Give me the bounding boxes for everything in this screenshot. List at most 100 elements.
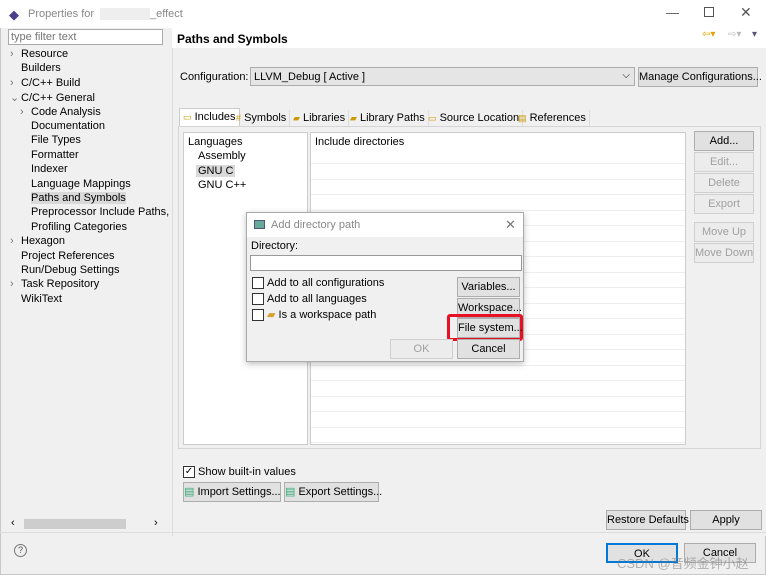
language-item[interactable]: GNU C xyxy=(196,164,236,177)
workspace-path-label: Is a workspace path xyxy=(278,309,377,321)
tab-libraries[interactable]: ▰ Libraries xyxy=(290,110,350,126)
expand-arrow-icon[interactable]: › xyxy=(10,235,21,247)
tab-label: Library Paths xyxy=(359,112,425,124)
export-settings-button[interactable]: ▤ Export Settings... xyxy=(284,482,382,502)
sidebar-item-label: Indexer xyxy=(31,163,68,176)
menu-icon[interactable]: ▾ xyxy=(752,29,757,40)
sidebar-item[interactable]: Preprocessor Include Paths, M xyxy=(31,206,181,218)
export-button[interactable]: Export xyxy=(694,194,754,214)
sidebar-item[interactable]: Paths and Symbols xyxy=(31,192,126,204)
window-title-suffix: _effect xyxy=(150,8,183,20)
import-icon: ▤ xyxy=(184,486,195,498)
sidebar-item[interactable]: Documentation xyxy=(31,120,105,132)
expand-arrow-icon[interactable]: ⌄ xyxy=(10,91,21,104)
help-icon[interactable]: ? xyxy=(14,544,27,557)
add-all-languages-checkbox[interactable]: Add to all languages xyxy=(252,293,367,306)
directory-input[interactable] xyxy=(250,255,522,271)
import-label: Import Settings... xyxy=(197,486,281,498)
tab-icon: # xyxy=(236,113,242,123)
window-title: Properties for xyxy=(28,8,95,20)
export-icon: ▤ xyxy=(285,486,296,498)
sidebar-item-label: Task Repository xyxy=(21,278,100,291)
watermark: CSDN @音频金钟小赵 xyxy=(617,556,749,571)
edit-button[interactable]: Edit... xyxy=(694,152,754,172)
sidebar-item-label: Hexagon xyxy=(21,235,66,248)
import-settings-button[interactable]: ▤ Import Settings... xyxy=(183,482,281,502)
sidebar-item[interactable]: Project References xyxy=(21,250,115,262)
sidebar-item[interactable]: ⌄ C/C++ General xyxy=(10,91,95,104)
table-row xyxy=(311,178,685,180)
delete-button[interactable]: Delete xyxy=(694,173,754,193)
expand-arrow-icon[interactable]: › xyxy=(10,48,21,60)
add-all-configs-label: Add to all configurations xyxy=(267,277,385,289)
add-button[interactable]: Add... xyxy=(694,131,754,151)
sidebar-item[interactable]: › Code Analysis xyxy=(20,106,101,118)
dialog-close-icon[interactable]: ✕ xyxy=(505,217,516,233)
tab-label: Libraries xyxy=(302,112,346,124)
page-header: Paths and Symbols ⇦▾ ⇨▾ ▾ xyxy=(172,28,766,48)
maximize-icon[interactable] xyxy=(704,7,714,17)
config-value: LLVM_Debug [ Active ] xyxy=(254,71,366,83)
close-icon[interactable]: ✕ xyxy=(740,4,752,21)
restore-defaults-button[interactable]: Restore Defaults xyxy=(606,510,689,530)
tab-icon: ▰ xyxy=(350,113,357,123)
sidebar-item[interactable]: WikiText xyxy=(21,293,62,305)
move-up-button[interactable]: Move Up xyxy=(694,222,754,242)
tab-references[interactable]: ▤ References xyxy=(515,110,590,126)
scroll-left-icon[interactable]: ‹ xyxy=(11,517,15,529)
file-system-button[interactable]: File system... xyxy=(457,318,523,338)
expand-arrow-icon[interactable]: › xyxy=(10,278,21,290)
table-row xyxy=(311,209,685,211)
sidebar-item[interactable]: Language Mappings xyxy=(31,178,131,190)
language-item[interactable]: Assembly xyxy=(196,150,248,162)
back-icon[interactable]: ⇦▾ xyxy=(702,29,715,40)
language-item[interactable]: GNU C++ xyxy=(196,179,248,191)
sidebar-item-label: Documentation xyxy=(31,120,105,132)
config-label: Configuration: xyxy=(180,71,249,83)
chevron-down-icon: ⌵ xyxy=(622,70,630,81)
workspace-path-checkbox[interactable]: ▰ Is a workspace path xyxy=(252,308,377,322)
filter-input[interactable] xyxy=(8,29,163,45)
configuration-select[interactable]: LLVM_Debug [ Active ] ⌵ xyxy=(250,67,635,86)
tab-symbols[interactable]: # Symbols xyxy=(233,110,291,126)
sidebar-item[interactable]: › Task Repository xyxy=(10,278,99,290)
tab-source-location[interactable]: ▭ Source Location xyxy=(425,110,524,126)
variables-button[interactable]: Variables... xyxy=(457,277,520,297)
sidebar-item-label: WikiText xyxy=(21,292,62,305)
forward-icon[interactable]: ⇨▾ xyxy=(728,29,741,40)
sidebar-item[interactable]: Profiling Categories xyxy=(31,221,127,233)
tab-icon: ▭ xyxy=(428,113,437,123)
tab-includes[interactable]: ▭ Includes xyxy=(179,108,240,127)
sidebar-item[interactable]: › Hexagon xyxy=(10,235,65,247)
sidebar-item[interactable]: Indexer xyxy=(31,163,68,175)
dialog-titlebar: Add directory path ✕ xyxy=(247,213,523,237)
sidebar-item-label: Run/Debug Settings xyxy=(21,264,120,276)
sidebar-item[interactable]: › Resource xyxy=(10,48,68,60)
tab-icon: ▤ xyxy=(518,113,527,123)
table-row xyxy=(311,380,685,381)
expand-arrow-icon[interactable]: › xyxy=(10,77,21,89)
manage-configurations-button[interactable]: Manage Configurations... xyxy=(638,67,762,87)
move-down-button[interactable]: Move Down xyxy=(694,243,754,263)
folder-icon: ▰ xyxy=(267,309,276,321)
sidebar-scrollbar[interactable]: ‹ › xyxy=(8,517,163,531)
scroll-thumb[interactable] xyxy=(24,519,126,529)
sidebar-item[interactable]: Formatter xyxy=(31,149,79,161)
sidebar-item[interactable]: Run/Debug Settings xyxy=(21,264,119,276)
tab-library-paths[interactable]: ▰ Library Paths xyxy=(347,110,429,126)
dialog-ok-button[interactable]: OK xyxy=(390,339,453,359)
show-builtin-checkbox[interactable]: ✓ Show built-in values xyxy=(183,466,296,479)
apply-button[interactable]: Apply xyxy=(690,510,762,530)
expand-arrow-icon[interactable]: › xyxy=(20,106,31,118)
dialog-cancel-button[interactable]: Cancel xyxy=(457,339,520,359)
sidebar-item-label: Language Mappings xyxy=(31,177,131,190)
table-row xyxy=(311,442,685,443)
sidebar-item[interactable]: › C/C++ Build xyxy=(10,77,80,89)
sidebar-item[interactable]: Builders xyxy=(21,62,61,74)
minimize-icon[interactable]: — xyxy=(666,5,679,20)
scroll-right-icon[interactable]: › xyxy=(154,517,158,529)
page-title: Paths and Symbols xyxy=(177,32,288,46)
add-all-configs-checkbox[interactable]: Add to all configurations xyxy=(252,277,385,290)
tab-label: References xyxy=(529,112,586,124)
sidebar-item[interactable]: File Types xyxy=(31,134,81,146)
